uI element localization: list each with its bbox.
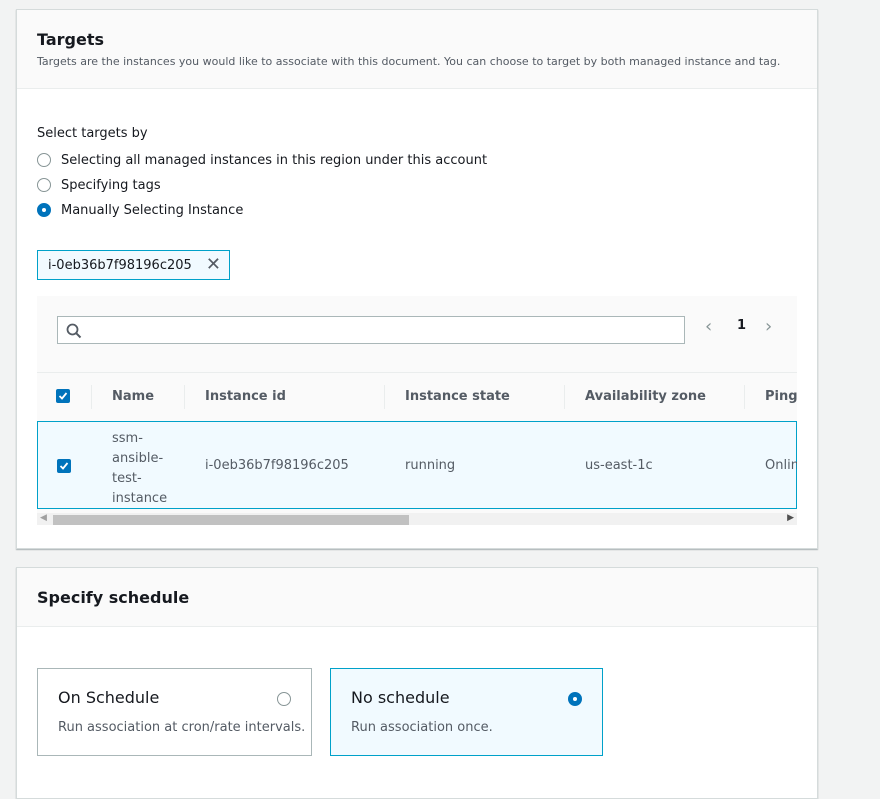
scroll-left-arrow-icon[interactable]: ◀ (40, 513, 47, 523)
radio-button[interactable] (37, 178, 51, 192)
target-option-tags[interactable]: Specifying tags (37, 176, 161, 194)
search-input[interactable] (57, 316, 685, 344)
target-option-all-instances[interactable]: Selecting all managed instances in this … (37, 151, 487, 169)
schedule-option-no-schedule[interactable]: No schedule Run association once. (330, 668, 603, 756)
instances-table: ‹ 1 › Name Instance id Instance state Av… (37, 296, 797, 525)
target-option-label: Specifying tags (61, 177, 161, 193)
row-checkbox[interactable] (57, 459, 71, 473)
cell-ping: Online (765, 458, 797, 473)
search-icon (66, 323, 82, 339)
scroll-right-arrow-icon[interactable]: ▶ (787, 513, 794, 523)
chevron-left-icon[interactable]: ‹ (705, 316, 712, 337)
cell-instance-state: running (405, 458, 456, 473)
target-option-label: Selecting all managed instances in this … (61, 152, 488, 168)
horizontal-scrollbar[interactable]: ◀ ▶ (37, 513, 797, 525)
column-header-instance-id[interactable]: Instance id (205, 389, 286, 404)
chevron-right-icon[interactable]: › (765, 316, 772, 337)
token-label: i-0eb36b7f98196c205 (48, 257, 192, 273)
table-row[interactable]: ssm-ansible-test-instance i-0eb36b7f9819… (37, 421, 797, 509)
page-number[interactable]: 1 (737, 318, 746, 333)
target-option-label: Manually Selecting Instance (61, 202, 244, 218)
target-option-manual[interactable]: Manually Selecting Instance (37, 201, 243, 219)
column-separator (564, 385, 565, 409)
select-all-checkbox[interactable] (56, 389, 70, 403)
column-header-availability-zone[interactable]: Availability zone (585, 389, 706, 404)
cell-availability-zone: us-east-1c (585, 458, 653, 473)
column-header-instance-state[interactable]: Instance state (405, 389, 510, 404)
targets-panel: Targets Targets are the instances you wo… (16, 9, 818, 549)
schedule-option-on-schedule[interactable]: On Schedule Run association at cron/rate… (37, 668, 312, 756)
targets-header: Targets Targets are the instances you wo… (17, 10, 817, 89)
column-separator (184, 385, 185, 409)
column-header-ping[interactable]: Ping (765, 389, 797, 404)
column-separator (744, 385, 745, 409)
scrollbar-thumb[interactable] (53, 515, 409, 525)
option-title: No schedule (351, 688, 450, 707)
close-icon[interactable]: ✕ (206, 256, 221, 274)
schedule-title: Specify schedule (37, 588, 190, 607)
table-header: Name Instance id Instance state Availabi… (37, 372, 797, 422)
option-title: On Schedule (58, 688, 160, 707)
selected-instance-token: i-0eb36b7f98196c205 ✕ (37, 250, 230, 280)
targets-description: Targets are the instances you would like… (37, 55, 781, 68)
schedule-panel: Specify schedule On Schedule Run associa… (16, 567, 818, 799)
radio-button[interactable] (277, 692, 291, 706)
option-description: Run association at cron/rate intervals. (58, 720, 306, 735)
select-targets-label: Select targets by (37, 126, 148, 141)
column-separator (384, 385, 385, 409)
schedule-header: Specify schedule (17, 568, 817, 627)
targets-title: Targets (37, 30, 105, 49)
option-description: Run association once. (351, 720, 493, 735)
radio-button-checked[interactable] (37, 203, 51, 217)
checkmark-icon (59, 462, 69, 470)
cell-name: ssm-ansible-test-instance (112, 431, 168, 506)
cell-instance-id: i-0eb36b7f98196c205 (205, 458, 349, 473)
radio-button-checked[interactable] (568, 692, 582, 706)
column-header-name[interactable]: Name (112, 389, 154, 404)
column-separator (91, 385, 92, 409)
radio-button[interactable] (37, 153, 51, 167)
checkmark-icon (58, 392, 68, 400)
